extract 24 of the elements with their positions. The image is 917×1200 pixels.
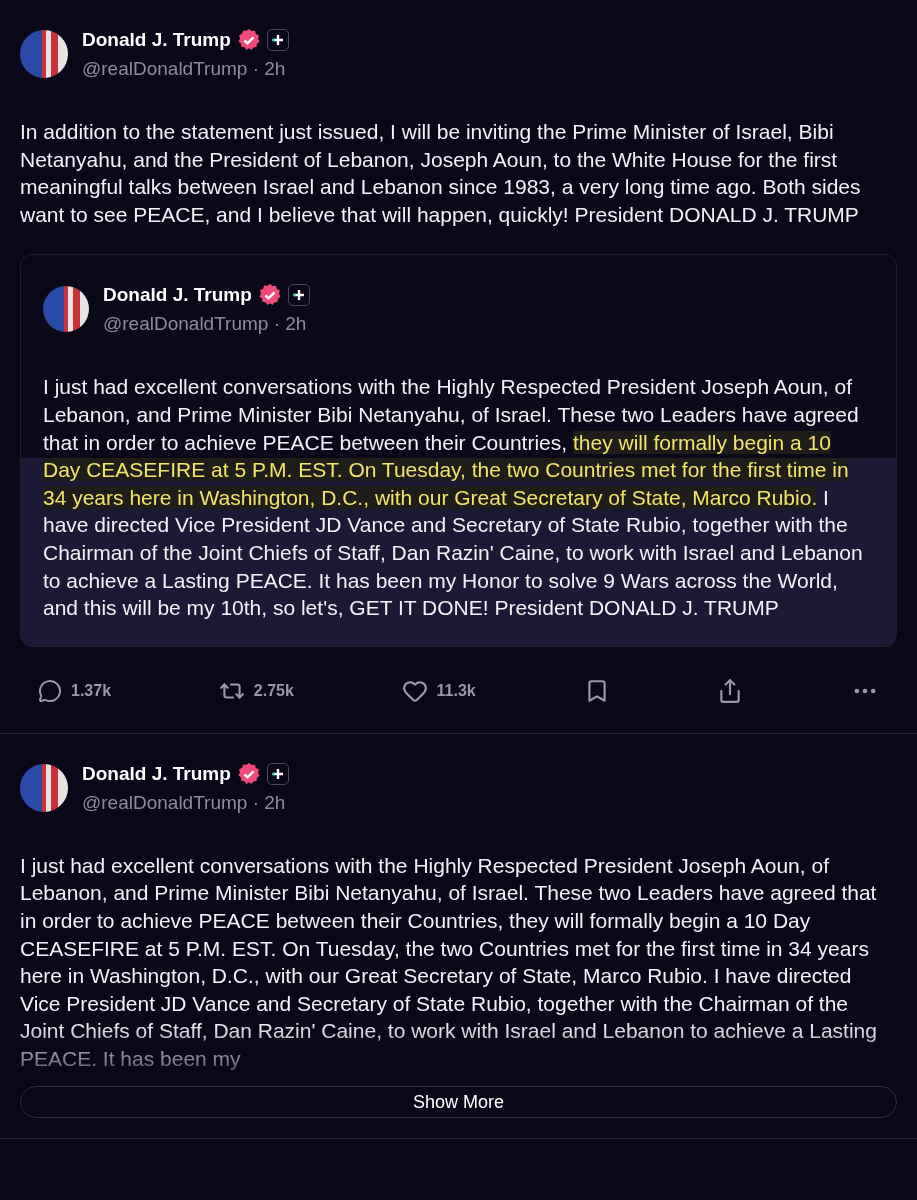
avatar[interactable] bbox=[20, 763, 68, 812]
author-handle-time: @realDonaldTrump · 2h bbox=[103, 313, 308, 336]
plus-badge-icon bbox=[266, 762, 289, 785]
reply-button[interactable]: 1.37k bbox=[38, 678, 112, 703]
author-name[interactable]: Donald J. Trump bbox=[103, 284, 252, 307]
post-text: I just had excellent conversations with the Highly Respected President Joseph Aoun, of Lebanon, and Prime Minister Bibi Netanyahu, of Israel. These two Leaders have agreed that in order to achieve PEACE between their Countries, they will formally begin a 10 Day CEASEFIRE at 5 P.M. EST. On Tuesday, the two Countries met for the first time in 34 years here in Washington, D.C., with our Great Secretary of State, Marco Rubio. I have directed Vice President JD Vance and Secretary of State Rubio, together with the Chairman of the Joint Chiefs of Staff, Dan Razin' Caine, to work with Israel and Lebanon to achieve a Lasting PEACE. It has been my Honor to solve 9 Wars across the World, and this will be my 10th, so let's, GET IT DONE! President DONALD J. TRUMP bbox=[43, 374, 864, 622]
verified-badge-icon bbox=[236, 761, 261, 786]
repost-button[interactable]: 2.75k bbox=[218, 677, 294, 704]
verified-badge-icon bbox=[257, 283, 282, 308]
avatar[interactable] bbox=[20, 30, 68, 78]
verified-badge-icon bbox=[236, 28, 261, 52]
post-text: In addition to the statement just issued, I will be inviting the Prime Minister of Israel, Bibi Netanyahu, and the President of Lebanon, Joseph Aoun, to the White House for the first meaningful talks between Israel and Lebanon since 1983, a very long time ago. Both sides want to see PEACE, and I believe that will happen, quickly! President DONALD J. TRUMP bbox=[20, 119, 862, 228]
author-name[interactable]: Donald J. Trump bbox=[82, 762, 231, 785]
like-button[interactable]: 11.3k bbox=[401, 677, 476, 704]
author-handle-time: @realDonaldTrump · 2h bbox=[82, 58, 287, 80]
author-name[interactable]: Donald J. Trump bbox=[82, 29, 231, 51]
speech-bubble-icon bbox=[38, 678, 62, 703]
quoted-post-card[interactable] bbox=[20, 254, 897, 647]
plus-badge-icon bbox=[266, 29, 289, 51]
show-more-button[interactable]: Show More bbox=[20, 1086, 897, 1119]
avatar[interactable] bbox=[43, 286, 89, 333]
author-handle-time: @realDonaldTrump · 2h bbox=[82, 791, 287, 814]
post-text: I just had excellent conversations with the Highly Respected President Joseph Aoun, of Lebanon, and Prime Minister Bibi Netanyahu, of Israel. These two Leaders have agreed that in order to achieve PEACE between their Countries, they will formally begin a 10 Day CEASEFIRE at 5 P.M. EST. On Tuesday, the two Countries met for the first time in 34 years here in Washington, D.C., with our Great Secretary of State, Marco Rubio. I have directed Vice President JD Vance and Secretary of State Rubio, together with the Chairman of the Joint Chiefs of Staff, Dan Razin' Caine, to work with Israel and Lebanon to achieve a Lasting PEACE. It has been my bbox=[20, 852, 878, 1072]
plus-badge-icon bbox=[287, 284, 310, 307]
